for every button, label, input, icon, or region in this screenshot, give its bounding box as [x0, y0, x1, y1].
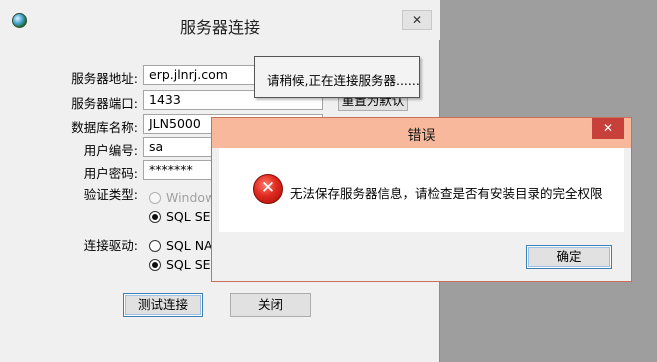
auth-windows-radio[interactable] — [149, 192, 161, 204]
error-dialog-title-bar[interactable]: 错误 ✕ — [212, 118, 631, 148]
auth-type-label: 验证类型: — [83, 187, 138, 202]
error-dialog: 错误 ✕ ✕ 无法保存服务器信息，请检查是否有安装目录的完全权限 确定 — [211, 117, 632, 282]
auth-sql-radio[interactable] — [149, 211, 161, 223]
error-icon: ✕ — [253, 174, 283, 204]
title-bar[interactable]: 服务器连接 ✕ — [0, 0, 440, 40]
close-icon[interactable]: ✕ — [402, 10, 432, 30]
close-icon[interactable]: ✕ — [592, 118, 624, 139]
driver-native-radio[interactable] — [149, 240, 161, 252]
server-address-label: 服务器地址: — [71, 71, 138, 86]
window-title: 服务器连接 — [179, 18, 260, 37]
error-message: 无法保存服务器信息，请检查是否有安装目录的完全权限 — [290, 186, 603, 201]
user-id-label: 用户编号: — [83, 143, 138, 158]
ok-button[interactable]: 确定 — [526, 245, 612, 269]
status-message: 请稍候,正在连接服务器...... — [267, 73, 420, 88]
driver-sql-radio[interactable] — [149, 259, 161, 271]
password-label: 用户密码: — [83, 166, 138, 181]
server-port-label: 服务器端口: — [71, 96, 138, 111]
test-connection-button[interactable]: 测试连接 — [123, 293, 203, 317]
database-name-label: 数据库名称: — [71, 120, 138, 135]
error-dialog-title: 错误 — [407, 128, 436, 144]
close-button[interactable]: 关闭 — [230, 293, 311, 317]
connecting-status-popup: 请稍候,正在连接服务器...... — [254, 56, 420, 98]
driver-label: 连接驱动: — [83, 238, 138, 253]
error-dialog-body: ✕ 无法保存服务器信息，请检查是否有安装目录的完全权限 — [219, 148, 624, 232]
